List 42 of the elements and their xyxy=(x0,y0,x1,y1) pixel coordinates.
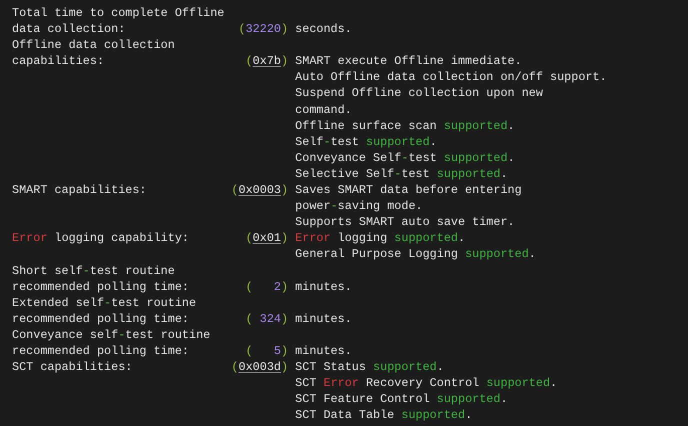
description-line: Auto Offline data collection on/off support. xyxy=(295,69,608,86)
field-label: Error logging capability: xyxy=(12,230,190,246)
description-line: SCT Feature Control supported. xyxy=(295,391,509,408)
field-label: Offline data collection xyxy=(12,37,176,54)
description-line: SCT Error Recovery Control supported. xyxy=(295,375,558,392)
description-line: General Purpose Logging supported. xyxy=(295,246,537,262)
field-label: SCT capabilities: xyxy=(12,359,134,376)
field-label: recommended polling time: xyxy=(12,310,190,327)
value-reading: (32220) xyxy=(238,21,288,38)
description-line: Saves SMART data before entering xyxy=(295,182,523,198)
field-label: data collection: xyxy=(12,21,126,38)
value-reading: ( 324) xyxy=(246,310,288,327)
value-reading: (0x7b) xyxy=(246,53,288,70)
field-label: capabilities: xyxy=(12,53,106,70)
field-label: SMART capabilities: xyxy=(12,182,148,198)
description-line: Self-test supported. xyxy=(295,134,438,150)
description-line: minutes. xyxy=(295,310,353,327)
value-reading: ( 2) xyxy=(246,278,288,295)
description-line: SCT Status supported. xyxy=(295,359,445,376)
description-line: SCT Data Table supported. xyxy=(295,407,474,424)
description-line: Supports SMART auto save timer. xyxy=(295,214,516,230)
field-label: Short self-test routine xyxy=(12,262,176,279)
description-line: Offline surface scan supported. xyxy=(295,118,516,134)
description-line: minutes. xyxy=(295,342,353,360)
field-label: Total time to complete Offline xyxy=(12,5,226,22)
value-reading: (0x003d) xyxy=(231,359,288,376)
description-line: seconds. xyxy=(295,21,353,38)
description-line: command. xyxy=(295,102,353,118)
value-reading: (0x01) xyxy=(246,230,288,246)
field-label: Extended self-test routine xyxy=(12,294,198,311)
description-line: power-saving mode. xyxy=(295,198,424,214)
description-line: Error logging supported. xyxy=(295,230,466,246)
description-line: Conveyance Self-test supported. xyxy=(295,150,516,166)
description-line: minutes. xyxy=(295,278,353,295)
description-line: SMART execute Offline immediate. xyxy=(295,53,523,70)
field-label: Conveyance self-test routine xyxy=(12,326,212,343)
field-label: recommended polling time: xyxy=(12,342,190,360)
field-label: recommended polling time: xyxy=(12,278,190,295)
value-reading: (0x0003) xyxy=(231,182,288,198)
description-line: Suspend Offline collection upon new xyxy=(295,85,544,102)
value-reading: ( 5) xyxy=(246,342,288,360)
description-line: Selective Self-test supported. xyxy=(295,166,509,182)
